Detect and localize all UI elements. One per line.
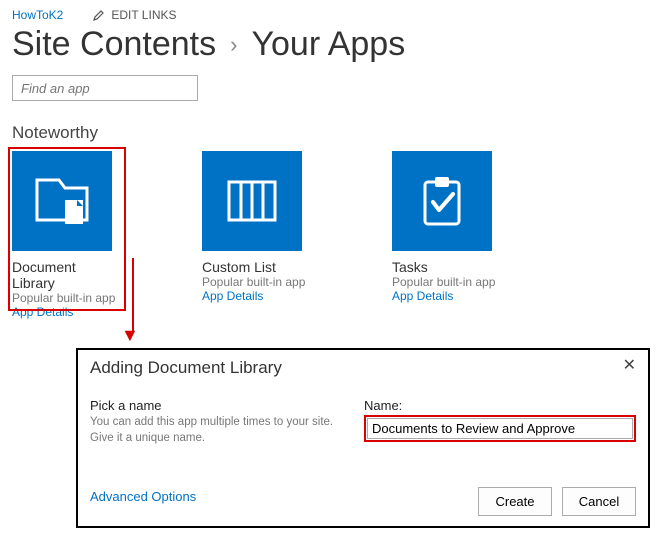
document-library-icon[interactable] [12, 151, 112, 251]
app-tile[interactable]: Document Library Popular built-in app Ap… [12, 151, 122, 319]
app-details-link[interactable]: App Details [202, 289, 312, 303]
create-button[interactable]: Create [478, 487, 552, 516]
search-input[interactable] [19, 80, 201, 97]
section-heading: Noteworthy [12, 123, 651, 143]
cancel-button[interactable]: Cancel [562, 487, 636, 516]
app-sub: Popular built-in app [12, 291, 122, 305]
app-sub: Popular built-in app [202, 275, 312, 289]
pick-name-description: You can add this app multiple times to y… [90, 415, 340, 446]
tasks-icon[interactable] [392, 151, 492, 251]
search-box[interactable] [12, 75, 198, 101]
breadcrumb-parent[interactable]: Site Contents [12, 26, 216, 63]
top-link-bar: HowToK2 EDIT LINKS [12, 8, 651, 22]
app-name-field[interactable] [367, 418, 633, 439]
app-tiles-row: Document Library Popular built-in app Ap… [12, 151, 651, 319]
app-name: Custom List [202, 259, 312, 275]
add-app-dialog: Adding Document Library ✕ Pick a name Yo… [76, 348, 650, 528]
breadcrumb: Site Contents › Your Apps [12, 26, 651, 63]
edit-links-label: EDIT LINKS [111, 8, 176, 22]
app-tile[interactable]: Custom List Popular built-in app App Det… [202, 151, 312, 319]
custom-list-icon[interactable] [202, 151, 302, 251]
edit-links-button[interactable]: EDIT LINKS [93, 8, 176, 22]
breadcrumb-current: Your Apps [251, 26, 405, 63]
close-icon[interactable]: ✕ [623, 358, 636, 374]
pick-name-heading: Pick a name [90, 398, 340, 413]
dialog-title: Adding Document Library [90, 358, 282, 378]
app-details-link[interactable]: App Details [12, 305, 122, 319]
advanced-options-link[interactable]: Advanced Options [90, 489, 196, 504]
annotation-highlight [364, 415, 636, 442]
pencil-icon [93, 9, 105, 21]
chevron-right-icon: › [230, 33, 237, 57]
name-label: Name: [364, 398, 636, 413]
site-name-link[interactable]: HowToK2 [12, 8, 63, 22]
app-tile[interactable]: Tasks Popular built-in app App Details [392, 151, 502, 319]
app-sub: Popular built-in app [392, 275, 502, 289]
app-name: Tasks [392, 259, 502, 275]
app-name: Document Library [12, 259, 122, 291]
app-details-link[interactable]: App Details [392, 289, 502, 303]
